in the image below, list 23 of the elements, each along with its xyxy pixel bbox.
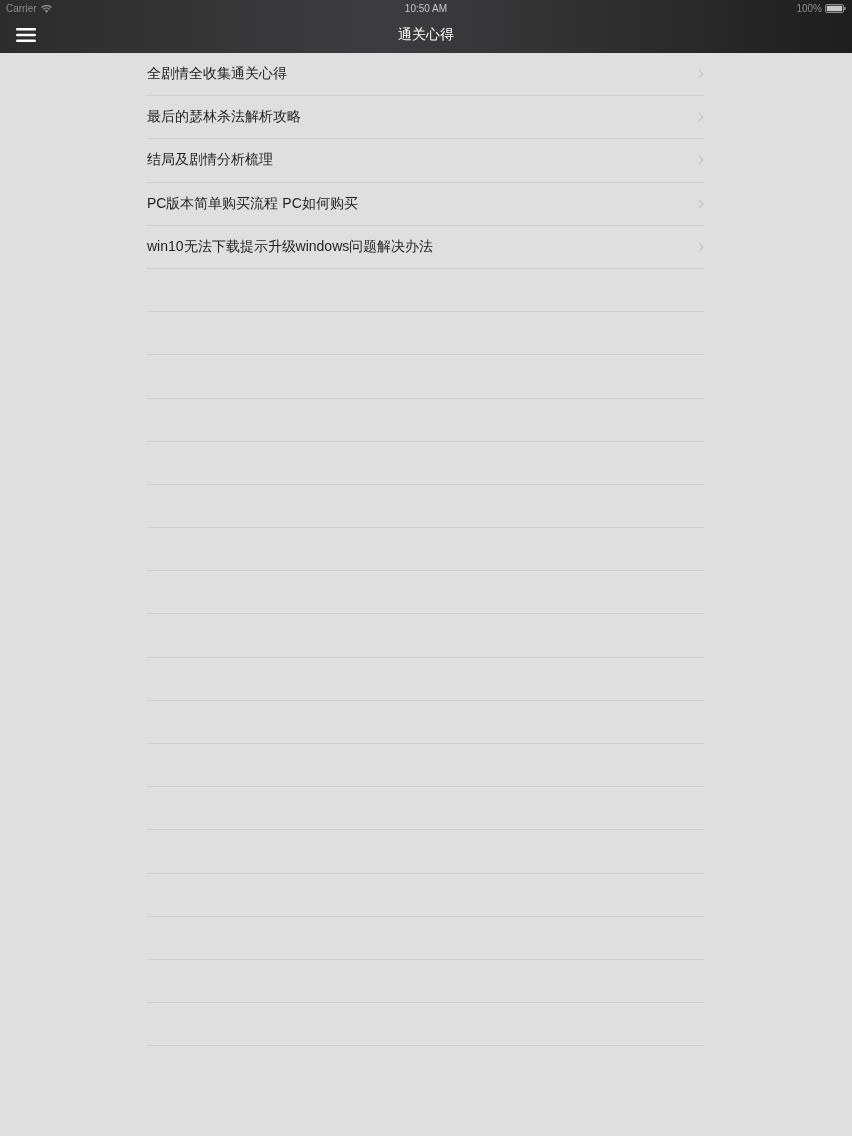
list-row[interactable]: win10无法下载提示升级windows问题解决办法 [147, 225, 704, 269]
wifi-icon [40, 4, 52, 13]
menu-icon [16, 27, 36, 43]
battery-icon [825, 4, 846, 13]
chevron-icon [698, 155, 704, 166]
row-title: 结局及剧情分析梳理 [147, 151, 273, 170]
carrier-label: Carrier [6, 3, 37, 14]
row-title: PC版本简单购买流程 PC如何购买 [147, 194, 358, 213]
chevron-icon [698, 198, 704, 209]
battery-percent: 100% [796, 3, 822, 14]
chevron-icon [698, 241, 704, 252]
menu-button[interactable] [16, 27, 36, 43]
row-title: 最后的瑟林杀法解析攻略 [147, 108, 301, 127]
status-time: 10:50 AM [404, 3, 448, 14]
nav-title: 通关心得 [398, 26, 454, 44]
list-row[interactable]: 全剧情全收集通关心得 [147, 53, 704, 97]
list-row[interactable]: 结局及剧情分析梳理 [147, 139, 704, 183]
row-title: win10无法下载提示升级windows问题解决办法 [147, 237, 434, 256]
chevron-icon [698, 112, 704, 123]
chevron-icon [698, 69, 704, 80]
list-row[interactable]: PC版本简单购买流程 PC如何购买 [147, 182, 704, 226]
row-title: 全剧情全收集通关心得 [147, 65, 287, 84]
list-row[interactable]: 最后的瑟林杀法解析攻略 [147, 96, 704, 140]
